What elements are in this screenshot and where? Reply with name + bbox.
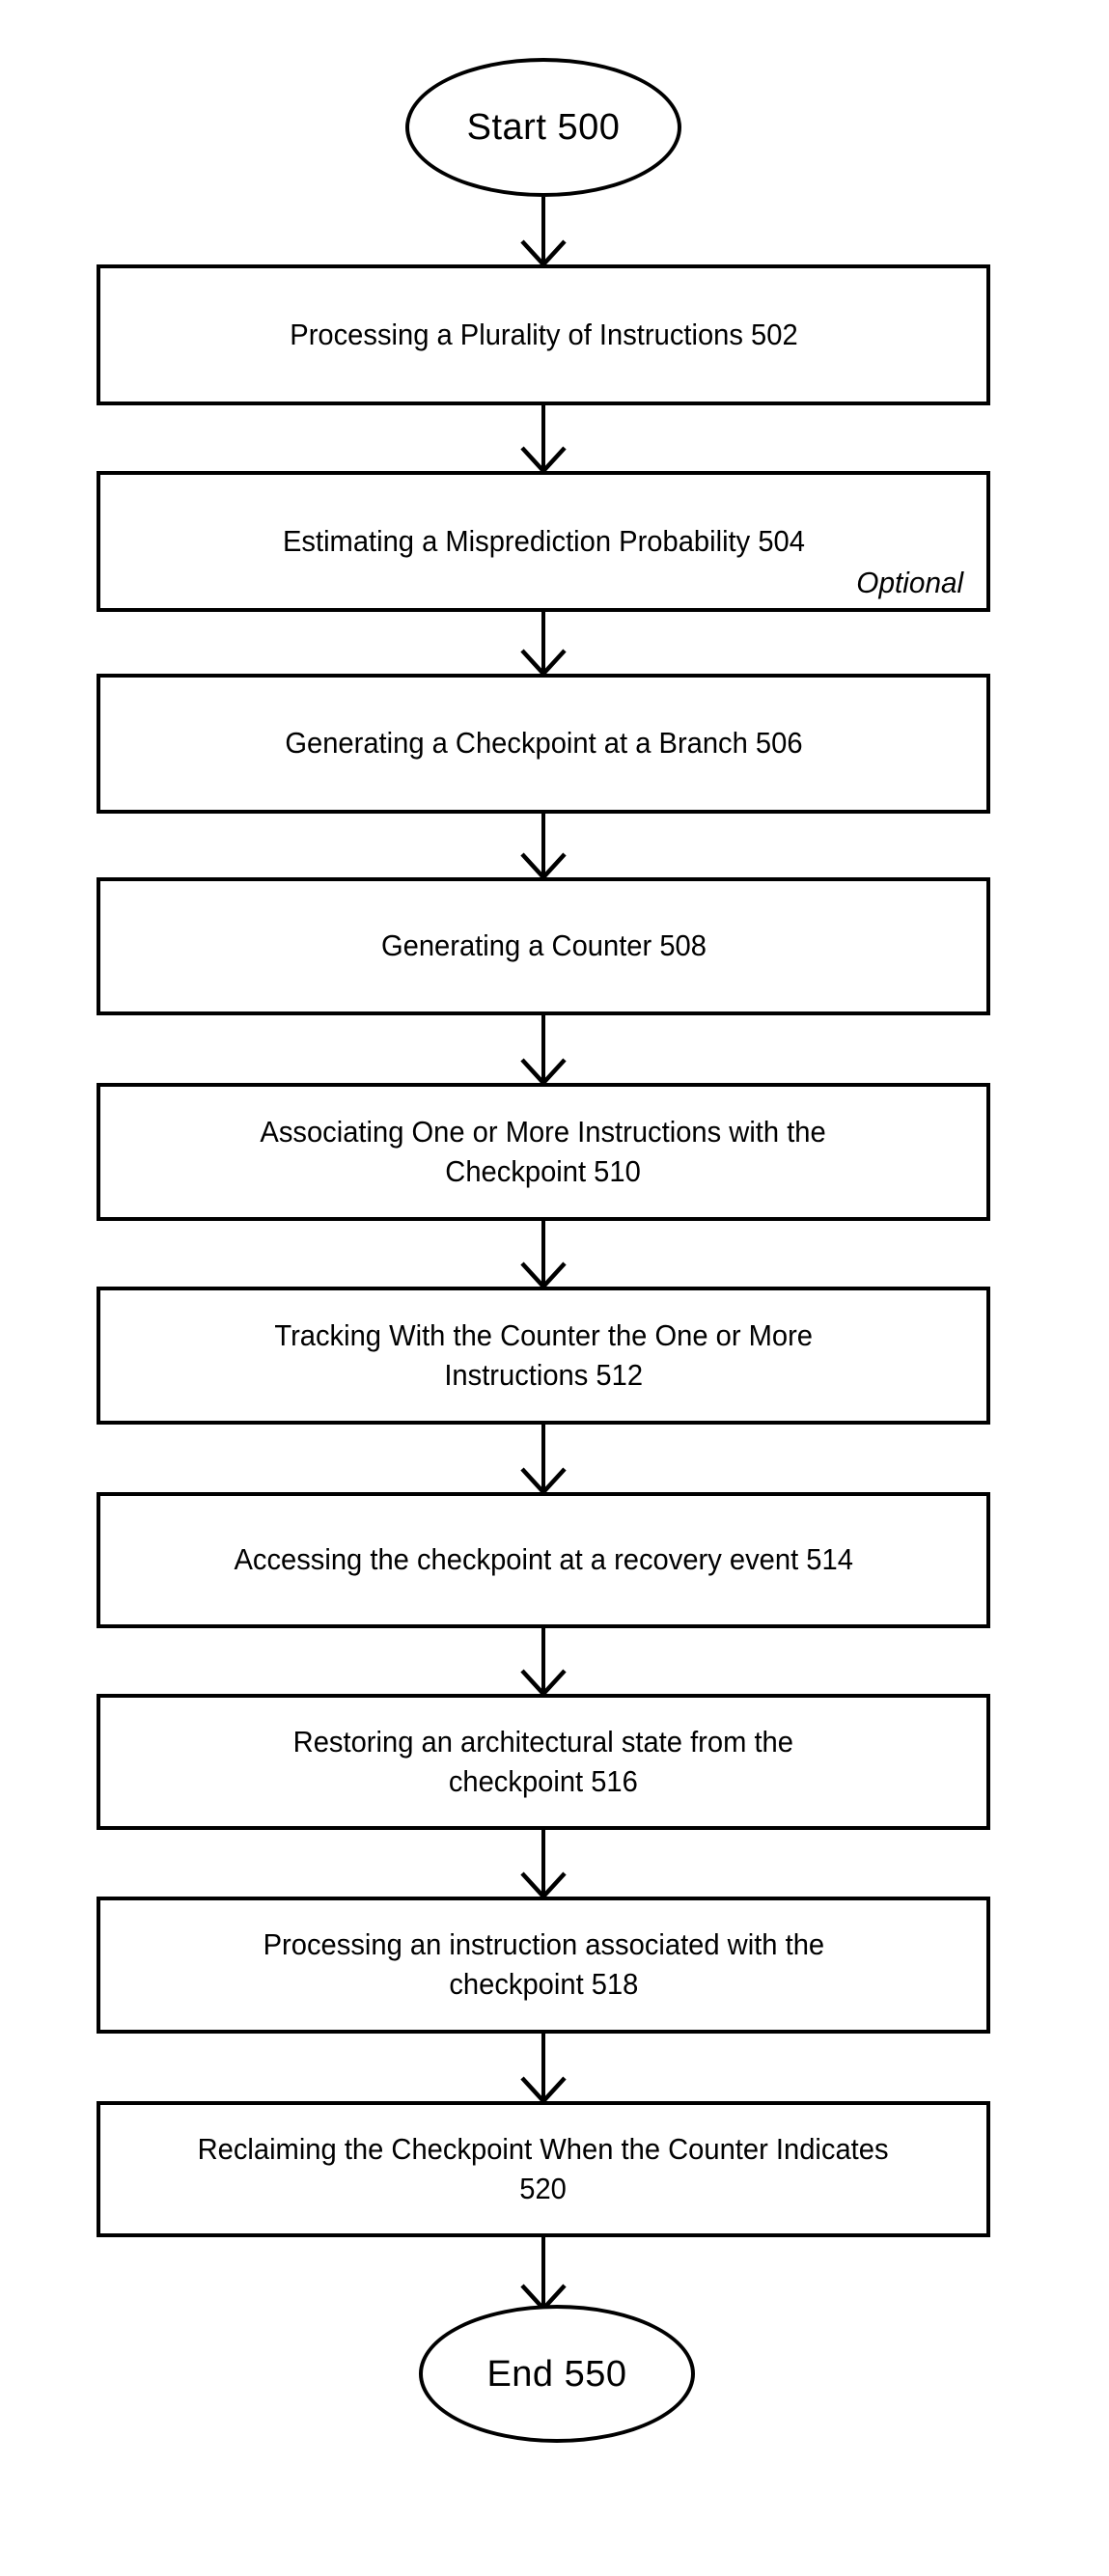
node-520: Reclaiming the Checkpoint When the Count… bbox=[97, 2101, 990, 2237]
node-512: Tracking With the Counter the One or Mor… bbox=[97, 1287, 990, 1425]
arrowhead-icon bbox=[520, 852, 567, 881]
node-502: Processing a Plurality of Instructions 5… bbox=[97, 264, 990, 405]
arrowhead-icon bbox=[520, 2076, 567, 2105]
arrowhead-icon bbox=[520, 1261, 567, 1290]
node-504: Estimating a Misprediction Probability 5… bbox=[97, 471, 990, 612]
node-504-label: Estimating a Misprediction Probability 5… bbox=[282, 523, 805, 558]
node-508: Generating a Counter 508 bbox=[97, 877, 990, 1015]
node-end-label: End 550 bbox=[486, 2353, 627, 2395]
node-510-label: Associating One or More Instructions wit… bbox=[260, 1114, 827, 1188]
node-510: Associating One or More Instructions wit… bbox=[97, 1083, 990, 1221]
arrowhead-icon bbox=[520, 1467, 567, 1496]
arrowhead-icon bbox=[520, 446, 567, 475]
arrowhead-icon bbox=[520, 239, 567, 268]
node-506: Generating a Checkpoint at a Branch 506 bbox=[97, 674, 990, 814]
node-start: Start 500 bbox=[405, 58, 681, 197]
node-516: Restoring an architectural state from th… bbox=[97, 1694, 990, 1830]
node-520-label: Reclaiming the Checkpoint When the Count… bbox=[198, 2131, 889, 2205]
arrowhead-icon bbox=[520, 1669, 567, 1698]
arrowhead-icon bbox=[520, 649, 567, 678]
arrowhead-icon bbox=[520, 1058, 567, 1087]
node-end: End 550 bbox=[419, 2305, 695, 2443]
node-514: Accessing the checkpoint at a recovery e… bbox=[97, 1492, 990, 1628]
node-504-optional-annotation: Optional bbox=[855, 565, 963, 599]
node-516-label: Restoring an architectural state from th… bbox=[292, 1724, 794, 1798]
node-start-label: Start 500 bbox=[466, 107, 621, 148]
node-518-label: Processing an instruction associated wit… bbox=[263, 1927, 824, 2001]
arrowhead-icon bbox=[520, 1871, 567, 1900]
node-514-label: Accessing the checkpoint at a recovery e… bbox=[234, 1542, 853, 1577]
node-502-label: Processing a Plurality of Instructions 5… bbox=[289, 317, 798, 351]
node-506-label: Generating a Checkpoint at a Branch 506 bbox=[284, 726, 803, 761]
flowchart-canvas: Start 500 Processing a Plurality of Inst… bbox=[0, 0, 1109, 2576]
node-512-label: Tracking With the Counter the One or Mor… bbox=[274, 1317, 813, 1392]
node-518: Processing an instruction associated wit… bbox=[97, 1897, 990, 2034]
node-508-label: Generating a Counter 508 bbox=[380, 928, 707, 963]
